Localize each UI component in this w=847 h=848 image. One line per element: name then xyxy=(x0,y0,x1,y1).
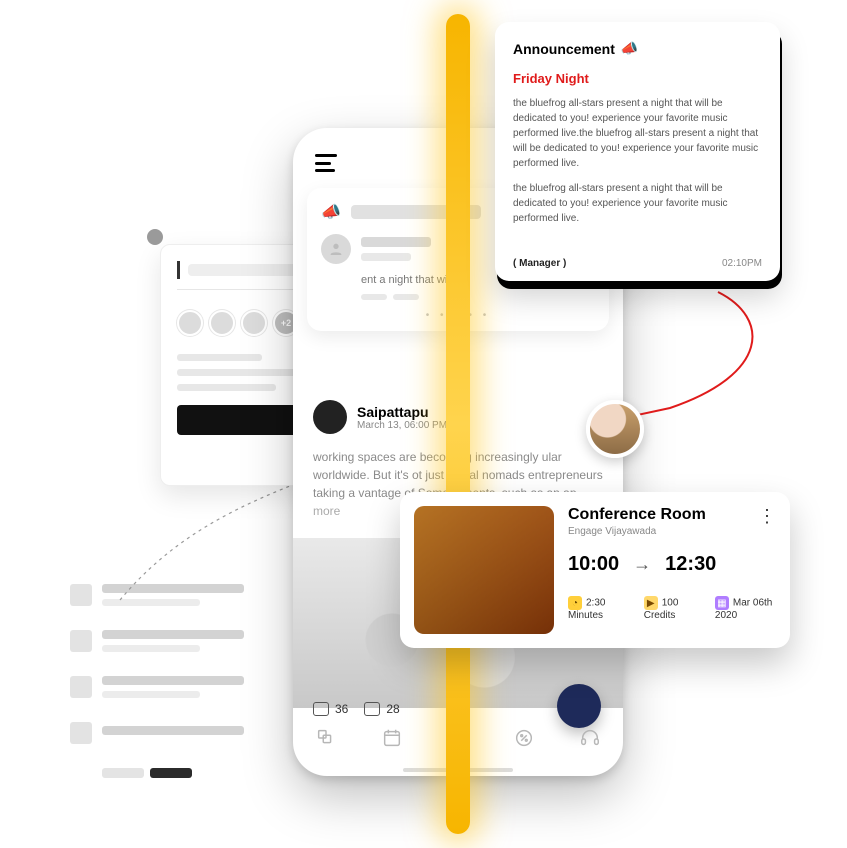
megaphone-icon: 📣 xyxy=(621,40,638,57)
dashed-connector xyxy=(110,480,300,610)
announcement-header: Announcement xyxy=(513,41,615,57)
announcement-body: the bluefrog all-stars present a night t… xyxy=(513,96,762,171)
clock-icon: ◔ xyxy=(568,596,582,610)
nav-feed-icon[interactable] xyxy=(315,727,337,749)
booking-date: ▦Mar 06th 2020 xyxy=(715,596,776,621)
avatar-placeholder xyxy=(321,234,351,264)
hamburger-menu-icon[interactable] xyxy=(315,154,339,172)
avatar-placeholder xyxy=(70,722,92,744)
avatar-placeholder xyxy=(70,676,92,698)
booking-end-time: 12:30 xyxy=(665,553,716,576)
avatar-placeholder xyxy=(209,310,235,336)
announcement-title: Friday Night xyxy=(513,71,762,86)
placeholder-mini-bars xyxy=(361,294,595,300)
user-avatar-bubble[interactable] xyxy=(586,400,644,458)
read-more-link[interactable]: more xyxy=(313,504,340,518)
list-pills xyxy=(102,768,280,778)
post-avatar[interactable] xyxy=(313,400,347,434)
decorative-vertical-bar xyxy=(446,14,470,834)
booking-subtitle: Engage Vijayawada xyxy=(568,526,776,537)
credits-icon: ▶ xyxy=(644,596,658,610)
booking-thumbnail xyxy=(414,506,554,634)
list-item[interactable] xyxy=(70,630,280,652)
calendar-icon: ▦ xyxy=(715,596,729,610)
arrow-right-icon: → xyxy=(633,554,651,575)
booking-start-time: 10:00 xyxy=(568,553,619,576)
post-author[interactable]: Saipattapu xyxy=(357,404,447,420)
avatar-placeholder xyxy=(241,310,267,336)
placeholder-text-stack xyxy=(361,237,431,261)
booking-times: 10:00 → 12:30 xyxy=(568,553,776,576)
nav-calendar-icon[interactable] xyxy=(381,727,403,749)
megaphone-icon: 📣 xyxy=(321,202,341,222)
decorative-dot xyxy=(147,229,163,245)
stage: +2 › 📣 ts ent a night that w xyxy=(0,0,847,848)
nav-support-icon[interactable] xyxy=(579,727,601,749)
pill-placeholder-dark xyxy=(150,768,192,778)
wireframe-list xyxy=(70,584,280,778)
pill-placeholder xyxy=(102,768,144,778)
booking-card[interactable]: ⋮ Conference Room Engage Vijayawada 10:0… xyxy=(400,492,790,648)
avatar-placeholder xyxy=(177,310,203,336)
announcement-time: 02:10PM xyxy=(722,258,762,269)
list-item[interactable] xyxy=(70,722,280,744)
booking-duration: ◔2:30 Minutes xyxy=(568,596,624,621)
booking-more-icon[interactable]: ⋮ xyxy=(758,506,776,527)
nav-deals-icon[interactable] xyxy=(513,727,535,749)
post-timestamp: March 13, 06:00 PM xyxy=(357,420,447,431)
announcement-role: ( Manager ) xyxy=(513,258,566,269)
announcement-body: the bluefrog all-stars present a night t… xyxy=(513,181,762,226)
avatar-placeholder xyxy=(70,584,92,606)
list-item[interactable] xyxy=(70,676,280,698)
booking-title: Conference Room xyxy=(568,506,776,524)
text-caret xyxy=(177,261,180,279)
announcement-card[interactable]: Announcement 📣 Friday Night the bluefrog… xyxy=(495,22,780,281)
avatar-placeholder xyxy=(70,630,92,652)
booking-credits: ▶100 Credits xyxy=(644,596,695,621)
